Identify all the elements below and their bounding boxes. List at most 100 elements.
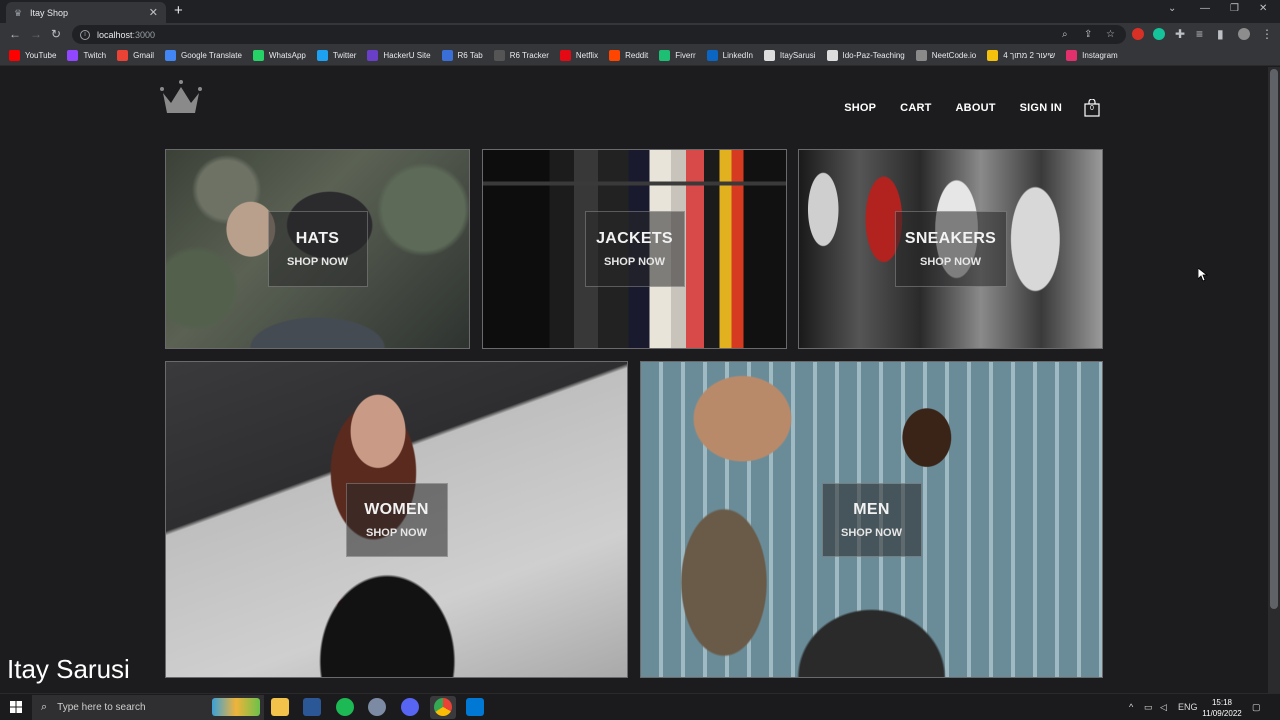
volume-icon[interactable]: ◁ (1160, 702, 1167, 713)
bookmark-favicon-icon (67, 50, 79, 61)
site-info-icon[interactable]: i (80, 29, 90, 40)
jackets-title: JACKETS (596, 230, 673, 247)
jackets-shop-now[interactable]: SHOP NOW (604, 256, 665, 268)
men-shop-now[interactable]: SHOP NOW (841, 527, 902, 539)
category-sneakers[interactable]: SNEAKERS SHOP NOW (798, 149, 1103, 349)
bookmark-label: LinkedIn (722, 51, 753, 60)
bookmark-item[interactable]: WhatsApp (252, 50, 306, 61)
bookmark-label: שיעור 2 מתוך 4 (1003, 51, 1056, 60)
notifications-icon[interactable]: ▢ (1252, 702, 1261, 713)
bookmark-item[interactable]: YouTube (9, 50, 56, 61)
search-highlight-icon[interactable] (212, 698, 260, 716)
vscode-icon[interactable] (466, 698, 484, 716)
bookmark-item[interactable]: R6 Tracker (493, 50, 549, 61)
taskbar-search-placeholder: Type here to search (57, 702, 146, 713)
bookmark-label: NeetCode.io (931, 51, 977, 60)
bookmark-item[interactable]: Google Translate (165, 50, 242, 61)
sneakers-shop-now[interactable]: SHOP NOW (920, 256, 981, 268)
bookmark-star-icon[interactable]: ☆ (1106, 25, 1115, 44)
app-icon[interactable] (368, 698, 386, 716)
word-icon[interactable] (303, 698, 321, 716)
network-icon[interactable]: ▭ (1144, 702, 1153, 713)
taskbar-clock[interactable]: 15:18 11/09/2022 (1196, 697, 1248, 719)
chrome-icon[interactable] (434, 698, 452, 716)
bookmark-item[interactable]: Twitch (67, 50, 106, 61)
bookmark-item[interactable]: Twitter (316, 50, 357, 61)
spotify-icon[interactable] (336, 698, 354, 716)
close-window-icon[interactable]: ✕ (1259, 3, 1267, 14)
menu-kebab-icon[interactable]: ⋮ (1261, 27, 1273, 41)
reload-icon[interactable]: ↻ (51, 27, 61, 41)
bookmark-favicon-icon (706, 50, 718, 61)
bookmark-favicon-icon (559, 50, 571, 61)
bookmark-item[interactable]: ItaySarusi (763, 50, 816, 61)
bookmark-favicon-icon (441, 50, 453, 61)
bookmark-label: WhatsApp (268, 51, 306, 60)
bookmark-label: Gmail (133, 51, 154, 60)
bookmark-item[interactable]: שיעור 2 מתוך 4 (987, 50, 1055, 61)
discord-icon[interactable] (401, 698, 419, 716)
nav-cart-link[interactable]: CART (900, 102, 931, 114)
bookmark-item[interactable]: LinkedIn (706, 50, 753, 61)
side-panel-icon[interactable]: ▮ (1217, 27, 1224, 41)
category-women[interactable]: WOMEN SHOP NOW (165, 361, 628, 678)
minimize-icon[interactable]: — (1200, 3, 1210, 14)
bookmark-favicon-icon (367, 50, 379, 61)
restore-icon[interactable]: ❐ (1230, 3, 1239, 14)
new-tab-icon[interactable]: + (174, 2, 183, 19)
extensions-puzzle-icon[interactable]: ✚ (1175, 27, 1185, 41)
jackets-label-box: JACKETS SHOP NOW (584, 211, 685, 287)
women-shop-now[interactable]: SHOP NOW (366, 527, 427, 539)
back-icon[interactable]: ← (9, 27, 21, 41)
category-jackets[interactable]: JACKETS SHOP NOW (482, 149, 787, 349)
bookmark-item[interactable]: NeetCode.io (915, 50, 977, 61)
crown-logo-icon[interactable] (159, 79, 203, 119)
page-scrollbar[interactable] (1268, 67, 1280, 693)
browser-tab[interactable]: ♛ Itay Shop ✕ (6, 2, 166, 23)
profile-avatar-icon[interactable] (1238, 28, 1250, 40)
bookmark-label: R6 Tracker (509, 51, 549, 60)
video-watermark: Itay Sarusi (7, 654, 130, 684)
url-port: :3000 (132, 29, 156, 40)
reading-list-icon[interactable]: ≡ (1196, 27, 1203, 41)
bookmark-item[interactable]: Netflix (559, 50, 598, 61)
bookmark-item[interactable]: HackerU Site (367, 50, 431, 61)
share-icon[interactable]: ⇪ (1084, 25, 1092, 44)
shopping-bag-icon[interactable]: 0 (1084, 98, 1100, 117)
bookmark-item[interactable]: Gmail (117, 50, 154, 61)
grammarly-icon[interactable] (1153, 28, 1165, 40)
tray-chevron-icon[interactable]: ^ (1129, 702, 1133, 712)
bookmark-item[interactable]: R6 Tab (441, 50, 483, 61)
clock-time: 15:18 (1211, 698, 1233, 707)
bookmark-item[interactable]: Ido-Paz-Teaching (826, 50, 905, 61)
web-page: SHOP CART ABOUT SIGN IN 0 HATS SHOP NOW … (0, 67, 1268, 693)
bookmark-item[interactable]: Instagram (1066, 50, 1118, 61)
tab-close-icon[interactable]: ✕ (149, 6, 158, 19)
forward-icon[interactable]: → (30, 27, 42, 41)
bookmark-favicon-icon (117, 50, 129, 61)
nav-about-link[interactable]: ABOUT (956, 102, 996, 114)
bookmark-label: Twitter (332, 51, 357, 60)
nav-signin-link[interactable]: SIGN IN (1020, 102, 1062, 114)
bookmark-label: ItaySarusi (779, 51, 816, 60)
category-hats[interactable]: HATS SHOP NOW (165, 149, 470, 349)
search-icon: ⌕ (41, 701, 48, 713)
file-explorer-icon[interactable] (271, 698, 289, 716)
address-bar[interactable]: i localhost:3000 ⌕ ⇪ ☆ (72, 25, 1126, 44)
category-men[interactable]: MEN SHOP NOW (640, 361, 1103, 678)
cart-count: 0 (1090, 105, 1094, 112)
language-indicator[interactable]: ENG (1178, 702, 1198, 712)
extension-red-icon[interactable] (1132, 28, 1144, 40)
bookmark-label: Fiverr (675, 51, 696, 60)
bookmark-favicon-icon (826, 50, 838, 61)
windows-start-icon[interactable] (10, 701, 22, 713)
tab-search-icon[interactable]: ⌄ (1168, 3, 1176, 14)
site-nav: SHOP CART ABOUT SIGN IN 0 (820, 98, 1100, 117)
scrollbar-thumb[interactable] (1270, 69, 1278, 609)
nav-shop-link[interactable]: SHOP (844, 102, 876, 114)
hats-shop-now[interactable]: SHOP NOW (287, 256, 348, 268)
zoom-icon[interactable]: ⌕ (1062, 25, 1068, 44)
url-host: localhost (97, 29, 133, 40)
bookmark-item[interactable]: Reddit (609, 50, 648, 61)
bookmark-item[interactable]: Fiverr (659, 50, 696, 61)
